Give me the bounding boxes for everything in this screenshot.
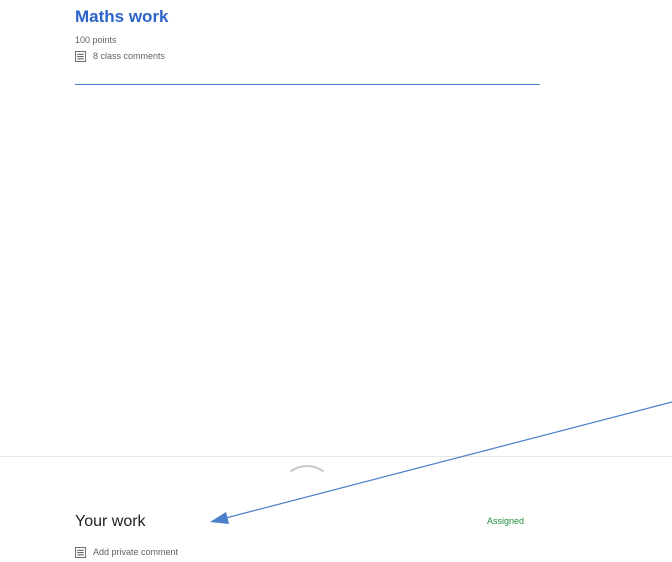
header-underline — [75, 84, 540, 85]
add-private-comment-button[interactable]: Add private comment — [75, 545, 178, 559]
chevron-up-icon[interactable] — [287, 460, 327, 474]
sheet-divider — [0, 456, 672, 457]
class-comments-label: 8 class comments — [93, 51, 166, 61]
class-comments-link[interactable]: 8 class comments — [75, 49, 540, 63]
status-badge: Assigned — [487, 516, 525, 526]
comment-icon — [75, 50, 86, 62]
add-private-comment-label: Add private comment — [93, 547, 179, 557]
your-work-title: Your work — [75, 513, 146, 530]
points-label: 100 points — [75, 35, 117, 45]
assignment-title[interactable]: Maths work — [75, 6, 540, 28]
assignment-header: Maths work 100 points 8 class comments — [75, 6, 540, 63]
comment-icon — [75, 546, 86, 558]
